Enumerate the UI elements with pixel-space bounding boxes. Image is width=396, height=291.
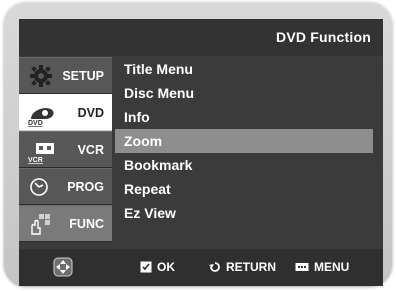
return-label: RETURN xyxy=(226,260,276,274)
sidebar-item-label: VCR xyxy=(77,143,104,157)
sidebar-item-label: SETUP xyxy=(62,69,104,83)
button-hint-bar: OK RETURN MENU xyxy=(19,249,383,286)
menu-item-repeat[interactable]: Repeat xyxy=(115,177,373,201)
sidebar-item-label: FUNC xyxy=(69,217,104,231)
dvd-icon-text: DVD xyxy=(28,120,43,127)
menu-item-zoom[interactable]: Zoom xyxy=(115,129,373,153)
menu-label: MENU xyxy=(314,260,350,274)
return-hint: RETURN xyxy=(209,260,276,274)
sidebar: SETUP DVD DVD VCR VCR PROG FUNC xyxy=(19,56,115,249)
sidebar-item-vcr[interactable]: VCR VCR xyxy=(19,131,112,168)
menu-button-icon xyxy=(295,262,309,272)
dvd-disc-icon: DVD xyxy=(27,101,55,127)
clock-icon xyxy=(27,175,55,199)
vcr-icon-text: VCR xyxy=(28,157,43,164)
sidebar-item-func[interactable]: FUNC xyxy=(19,205,112,242)
menu-hint: MENU xyxy=(295,260,349,274)
menu-item-info[interactable]: Info xyxy=(115,105,373,129)
sidebar-item-prog[interactable]: PROG xyxy=(19,168,112,205)
navigation-arrows-icon xyxy=(53,257,73,277)
vcr-icon: VCR xyxy=(27,138,55,164)
menu-item-bookmark[interactable]: Bookmark xyxy=(115,153,373,177)
sidebar-item-setup[interactable]: SETUP xyxy=(19,57,112,94)
sidebar-item-dvd[interactable]: DVD DVD xyxy=(19,94,112,131)
gear-icon xyxy=(27,64,55,88)
menu-item-disc-menu[interactable]: Disc Menu xyxy=(115,81,373,105)
func-hand-icon xyxy=(27,212,55,236)
sidebar-item-label: DVD xyxy=(77,106,104,120)
menu-item-title-menu[interactable]: Title Menu xyxy=(115,57,373,81)
header-bar: DVD Function xyxy=(19,19,383,56)
ok-hint: OK xyxy=(140,260,175,274)
ok-icon xyxy=(140,261,152,273)
return-icon xyxy=(209,261,221,273)
sidebar-item-label: PROG xyxy=(67,180,104,194)
page-title: DVD Function xyxy=(276,29,371,45)
function-menu: Title Menu Disc Menu Info Zoom Bookmark … xyxy=(115,56,383,249)
ok-label: OK xyxy=(157,260,175,274)
menu-item-ez-view[interactable]: Ez View xyxy=(115,201,373,225)
osd-screen: DVD Function SETUP DVD DVD VCR VCR PROG … xyxy=(19,19,383,286)
